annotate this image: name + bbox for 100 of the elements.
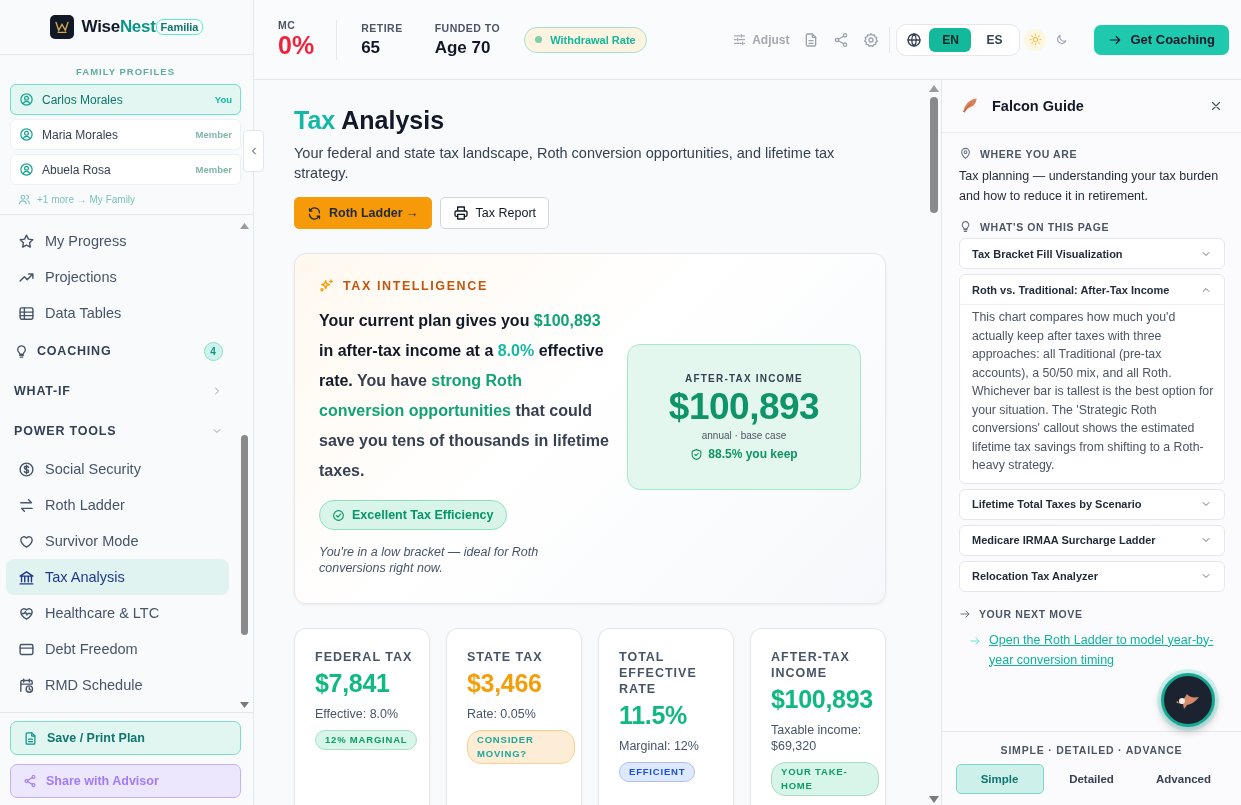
settings-icon[interactable]	[863, 31, 880, 48]
stat-detail: Rate: 0.05%	[467, 706, 536, 722]
logo-icon	[49, 15, 74, 39]
nav-section[interactable]: WHAT-IF	[14, 371, 223, 411]
nav-item[interactable]: Debt Freedom	[6, 631, 229, 667]
document-icon	[23, 730, 38, 746]
refresh-icon	[307, 205, 322, 221]
mode-option[interactable]: Simple	[955, 764, 1044, 794]
stat-value: 11.5%	[619, 701, 687, 730]
user-icon	[19, 162, 34, 177]
globe-icon	[906, 31, 923, 48]
highlight-value: $100,893	[668, 386, 820, 428]
profile-item[interactable]: Abuela Rosa Member	[10, 154, 241, 185]
profile-item[interactable]: Maria Morales Member	[10, 119, 241, 150]
scroll-up-icon[interactable]	[929, 85, 939, 92]
collapse-button[interactable]	[243, 130, 264, 172]
calendar-icon	[18, 676, 35, 694]
location-icon	[959, 147, 972, 160]
status-badge: EFFICIENT	[619, 762, 696, 782]
bank-icon	[18, 568, 35, 586]
stat-value: 0%	[278, 31, 315, 60]
sparkle-icon	[319, 278, 335, 294]
nav-item[interactable]: RMD Schedule	[6, 667, 229, 703]
close-button[interactable]	[1209, 99, 1223, 113]
nav-item[interactable]: Social Security	[6, 451, 229, 487]
share-icon[interactable]	[833, 31, 850, 48]
nav-section[interactable]: POWER TOOLS	[14, 411, 223, 451]
scroll-up-icon[interactable]	[240, 223, 249, 229]
roth-ladder-button[interactable]: Roth Ladder →	[294, 197, 432, 229]
check-circle-icon	[332, 508, 345, 522]
stat-label: STATE TAX	[467, 649, 543, 665]
bulb-icon	[959, 220, 972, 233]
share-icon	[23, 774, 37, 788]
moon-icon	[1055, 33, 1068, 46]
efficiency-badge: Excellent Tax Efficiency	[319, 500, 507, 530]
page-title: Tax Analysis	[294, 106, 446, 135]
plan-badge: Familia	[155, 19, 204, 35]
nav-item[interactable]: My Progress	[6, 223, 229, 259]
accordion-header[interactable]: Relocation Tax Analyzer	[960, 561, 1224, 591]
card-heading: TAX INTELLIGENCE	[343, 279, 488, 293]
mode-option[interactable]: Detailed	[1047, 764, 1136, 794]
nav-section[interactable]: COACHING 4	[14, 331, 223, 371]
scrollbar-thumb[interactable]	[241, 435, 248, 635]
sliders-icon	[732, 32, 748, 47]
highlight-caption: annual · base case	[701, 430, 787, 441]
stat-value: $100,893	[771, 685, 873, 714]
coaching-button[interactable]: Get Coaching	[1094, 24, 1229, 55]
note-text: You're in a low bracket — ideal for Roth conversions right now.	[319, 544, 540, 576]
nav-item[interactable]: Roth Ladder	[6, 487, 229, 523]
keep-rate: 88.5% you keep	[708, 447, 798, 461]
status-badge: YOUR TAKE-HOME	[771, 762, 879, 796]
people-icon	[18, 193, 31, 206]
save-button[interactable]: Save / Print Plan	[10, 721, 241, 755]
accordion-header[interactable]: Tax Bracket Fill Visualization	[960, 239, 1224, 268]
nav-item[interactable]: Data Tables	[6, 295, 229, 331]
bulb-icon	[14, 343, 29, 359]
sun-toggle[interactable]	[1024, 28, 1047, 51]
stat-detail: Marginal: 12%	[619, 738, 699, 754]
accordion-header[interactable]: Medicare IRMAA Surcharge Ladder	[960, 525, 1224, 555]
stat-value: 65	[361, 37, 382, 58]
user-icon	[19, 92, 34, 107]
page-subtitle: Your federal and state tax landscape, Roth conversion opportunities, and lifetime tax strategy.	[294, 144, 836, 183]
section-label: YOUR NEXT MOVE	[979, 607, 1083, 620]
language-option[interactable]: ES	[973, 27, 1016, 52]
accordion-header[interactable]: Lifetime Total Taxes by Scenario	[960, 489, 1224, 519]
scroll-down-icon[interactable]	[240, 702, 249, 708]
location-text: Tax planning — understanding your tax burden and how to reduce it in retirement.	[959, 168, 1220, 205]
mode-option[interactable]: Advanced	[1139, 764, 1228, 794]
scroll-down-icon[interactable]	[929, 796, 939, 803]
tax-report-button[interactable]: Tax Report	[439, 197, 550, 229]
table-icon	[18, 304, 35, 322]
nav-item[interactable]: Survivor Mode	[6, 523, 229, 559]
accordion-header[interactable]: Roth vs. Traditional: After-Tax Income	[960, 275, 1224, 304]
scrollbar-thumb[interactable]	[930, 97, 938, 213]
sun-icon	[1029, 33, 1042, 46]
section-heading: FAMILY PROFILES	[76, 66, 175, 77]
stat-label: MC	[278, 19, 297, 31]
brand-name: WiseNest	[81, 17, 156, 37]
language-option[interactable]: EN	[929, 27, 972, 52]
stat-value: $7,841	[315, 669, 390, 698]
section-label: WHAT'S ON THIS PAGE	[980, 220, 1109, 233]
count-badge: 4	[204, 341, 223, 361]
nav-item[interactable]: Healthcare & LTC	[6, 595, 229, 631]
accordion-text: This chart compares how much you'd actually keep after taxes with three approaches: all Traditional (pre-tax accounts), a 50/50 mix, and all Roth. Whichever bar is tallest is the best option for your situation. The 'Strategic Roth conversions' callout shows the estimated lifetime tax savings from shifting to a Roth-heavy strategy.	[960, 304, 1224, 483]
star-icon	[18, 232, 35, 250]
stat-detail: Taxable income: $69,320	[771, 722, 863, 754]
close-icon	[1209, 99, 1223, 113]
status-badge: 12% MARGINAL	[315, 730, 418, 750]
status-badge: CONSIDER MOVING?	[467, 730, 575, 764]
stat-value: $3,466	[467, 669, 542, 698]
stat-label: RETIRE	[361, 21, 403, 34]
nav-item[interactable]: Projections	[6, 259, 229, 295]
user-icon	[19, 127, 34, 142]
stat-label: FEDERAL TAX	[315, 649, 413, 665]
stat-label: TOTAL EFFECTIVE RATE	[619, 649, 698, 697]
nav-item[interactable]: Tax Analysis	[6, 559, 229, 595]
swap-icon	[18, 496, 35, 514]
profile-item[interactable]: Carlos Morales You	[10, 84, 241, 115]
mode-label: SIMPLE · DETAILED · ADVANCE	[1000, 744, 1183, 756]
section-label: WHERE YOU ARE	[980, 147, 1078, 160]
